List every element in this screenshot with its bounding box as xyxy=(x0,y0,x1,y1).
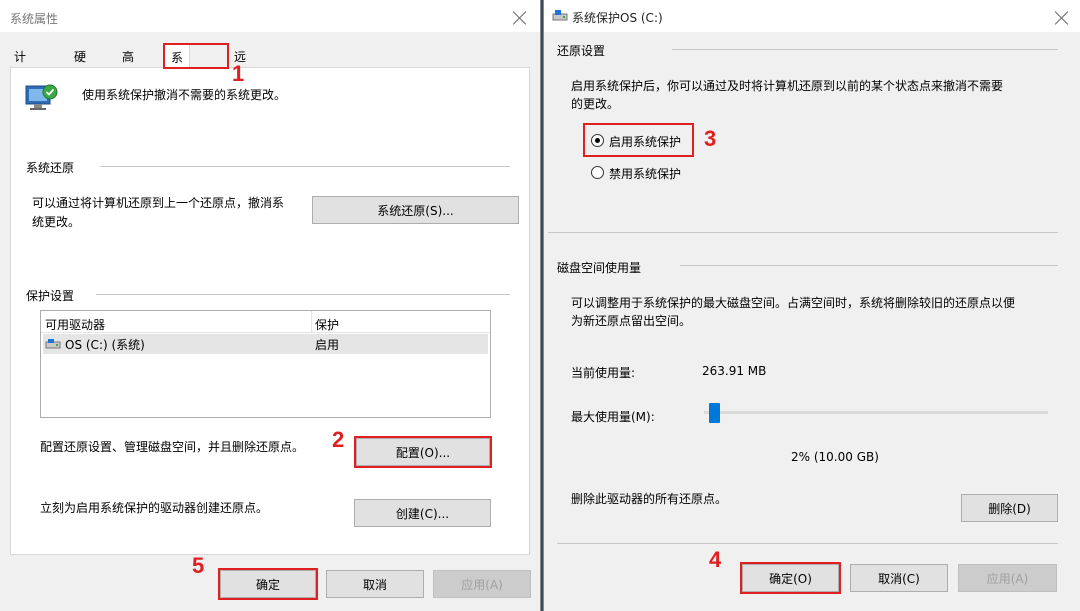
disk-usage-header: 磁盘空间使用量 xyxy=(557,261,642,275)
dialog-title: 系统保护OS (C:) xyxy=(572,11,663,25)
enable-protection-label[interactable]: 启用系统保护 xyxy=(609,133,681,150)
max-usage-value: 2% (10.00 GB) xyxy=(791,450,879,464)
disk-usage-description-line2: 为新还原点留出空间。 xyxy=(571,314,692,328)
delete-button[interactable]: 删除(D) xyxy=(961,494,1058,522)
callout-number-3: 3 xyxy=(704,126,717,151)
max-usage-slider-track[interactable] xyxy=(704,411,1048,414)
max-usage-slider-thumb[interactable] xyxy=(709,403,720,423)
restore-settings-description-line1: 启用系统保护后，你可以通过及时将计算机还原到以前的某个状态点来撤消不需要 xyxy=(571,79,1004,93)
divider xyxy=(680,265,1058,266)
divider xyxy=(672,49,1058,50)
disable-protection-label[interactable]: 禁用系统保护 xyxy=(609,165,681,182)
cancel-button[interactable]: 取消(C) xyxy=(850,564,948,592)
drive-icon xyxy=(552,10,568,21)
divider xyxy=(548,232,1058,233)
apply-button[interactable]: 应用(A) xyxy=(958,564,1057,592)
disk-usage-description-line1: 可以调整用于系统保护的最大磁盘空间。占满空间时，系统将删除较旧的还原点以便 xyxy=(571,296,1016,310)
disable-protection-radio[interactable] xyxy=(591,166,604,179)
system-protection-dialog: 系统保护OS (C:) 还原设置 启用系统保护后，你可以通过及时将计算机还原到以… xyxy=(0,0,1080,611)
current-usage-label: 当前使用量: xyxy=(571,366,636,380)
delete-description: 删除此驱动器的所有还原点。 xyxy=(571,492,728,506)
restore-settings-description-line2: 的更改。 xyxy=(571,97,620,111)
restore-settings-header: 还原设置 xyxy=(557,44,606,58)
divider xyxy=(557,543,1058,544)
max-usage-label: 最大使用量(M): xyxy=(571,410,655,424)
close-icon[interactable] xyxy=(1052,8,1072,28)
ok-button[interactable]: 确定(O) xyxy=(742,564,839,592)
current-usage-value: 263.91 MB xyxy=(702,364,767,378)
callout-number-4: 4 xyxy=(709,547,722,572)
enable-protection-radio[interactable] xyxy=(591,134,604,147)
